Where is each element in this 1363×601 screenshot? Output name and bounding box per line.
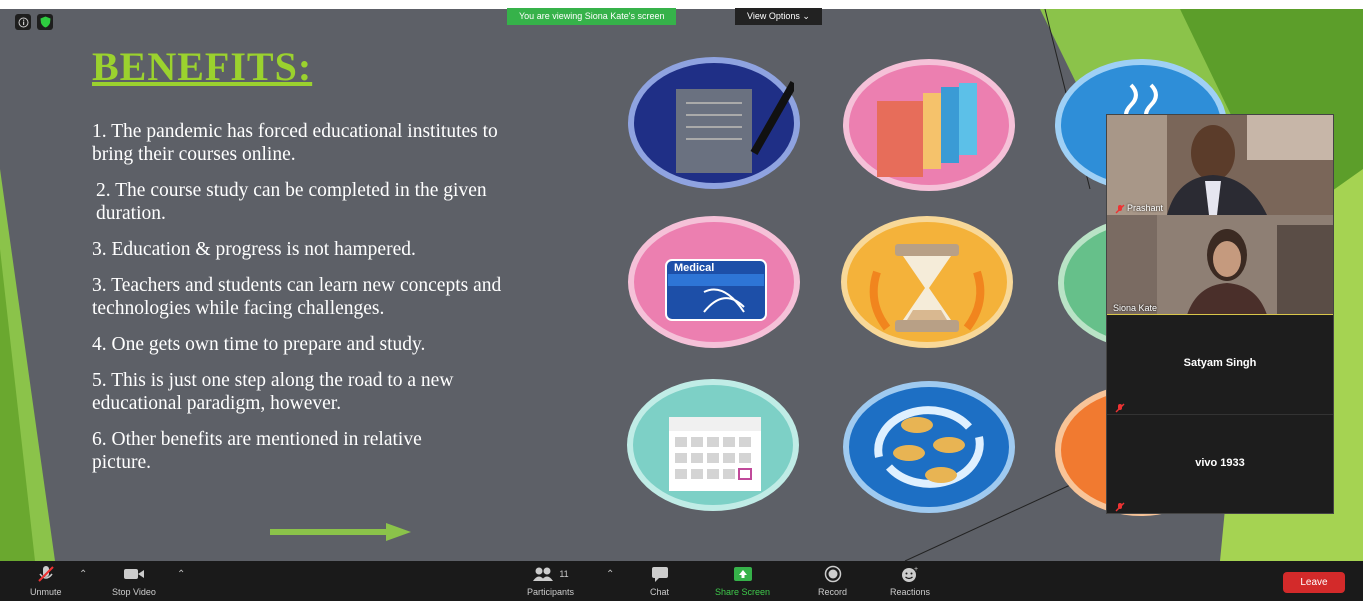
video-camera-icon (123, 563, 145, 585)
leave-meeting-button[interactable]: Leave (1283, 572, 1345, 593)
medical-card-icon: Medical (628, 216, 800, 348)
medical-label: Medical (674, 262, 714, 274)
document-pen-icon (628, 57, 800, 189)
participant-tile-vivo-1933[interactable]: vivo 1933 (1107, 415, 1333, 513)
slide-title: BENEFITS: (92, 44, 313, 89)
participant-name: Prashant (1127, 203, 1164, 213)
meeting-toolbar: Unmute ⌃ Stop Video ⌃ 11 Participants ⌃ … (0, 561, 1363, 601)
participant-tile-siona-kate[interactable]: Siona Kate (1107, 215, 1333, 315)
meeting-info-icon[interactable] (15, 14, 31, 30)
benefit-item: 1. The pandemic has forced educational i… (92, 121, 498, 165)
participant-name: Satyam Singh (1183, 357, 1257, 369)
participant-video-feed (1107, 115, 1333, 215)
screen-share-banner: You are viewing Siona Kate's screen (507, 8, 677, 25)
unmute-button[interactable]: Unmute (30, 563, 62, 597)
calendar-icon (627, 379, 799, 511)
benefits-list: 1. The pandemic has forced educational i… (92, 120, 512, 487)
benefit-item: 2. The course study can be completed in … (96, 180, 487, 224)
zoom-meeting-window: BENEFITS: 1. The pandemic has forced edu… (0, 0, 1363, 601)
books-icon (843, 59, 1015, 191)
participant-video-feed (1107, 215, 1333, 315)
record-icon (824, 563, 842, 585)
mic-muted-icon (1115, 400, 1125, 413)
benefit-item: 5. This is just one step along the road … (92, 370, 454, 414)
participants-count: 11 (559, 569, 569, 579)
mic-muted-icon (1115, 201, 1125, 214)
share-screen-icon (733, 563, 753, 585)
stop-video-button[interactable]: Stop Video (112, 563, 156, 597)
right-arrow-icon (270, 523, 411, 541)
view-options-button[interactable]: View Options ⌄ (735, 8, 822, 25)
svg-text:+: + (914, 566, 918, 573)
participant-tile-satyam-singh[interactable]: Satyam Singh (1107, 315, 1333, 415)
participants-video-panel: Prashant Siona Kate Satyam Singh vivo 19… (1106, 114, 1334, 514)
security-shield-icon[interactable] (37, 14, 53, 30)
reactions-button[interactable]: + Reactions (890, 563, 930, 597)
microphone-muted-icon (36, 563, 56, 585)
benefit-item: 3. Teachers and students can learn new c… (92, 275, 502, 319)
mic-muted-icon (1115, 499, 1125, 512)
participants-options-caret[interactable]: ⌃ (606, 569, 614, 580)
video-options-caret[interactable]: ⌃ (177, 569, 185, 580)
participants-icon: 11 (532, 563, 569, 585)
hourglass-icon (841, 216, 1013, 348)
audio-options-caret[interactable]: ⌃ (79, 569, 87, 580)
participant-name: Siona Kate (1113, 303, 1158, 313)
record-button[interactable]: Record (818, 563, 847, 597)
benefit-item: 6. Other benefits are mentioned in relat… (92, 429, 422, 473)
coins-cycle-icon (843, 381, 1015, 513)
benefit-item: 4. One gets own time to prepare and stud… (92, 334, 426, 355)
share-screen-button[interactable]: Share Screen (715, 563, 770, 597)
participant-name: vivo 1933 (1195, 457, 1245, 469)
benefit-item: 3. Education & progress is not hampered. (92, 239, 416, 260)
chat-button[interactable]: Chat (650, 563, 669, 597)
chat-bubble-icon (651, 563, 669, 585)
emoji-add-icon: + (900, 563, 920, 585)
participants-button[interactable]: 11 Participants (527, 563, 574, 597)
participant-tile-prashant[interactable]: Prashant (1107, 115, 1333, 215)
